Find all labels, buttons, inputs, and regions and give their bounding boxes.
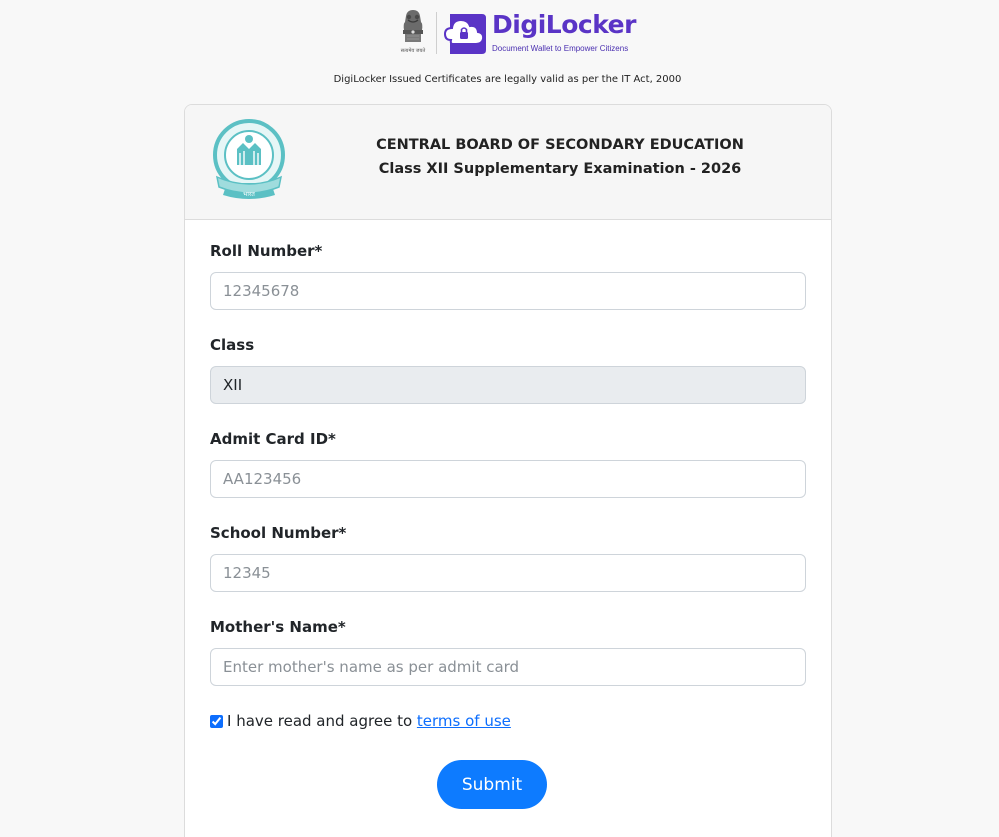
form-card: भारत CENTRAL BOARD OF SECONDARY EDUCATIO…: [184, 104, 832, 837]
cbse-seal-icon: भारत: [213, 119, 285, 199]
mothers-name-label: Mother's Name*: [210, 618, 346, 636]
board-name: CENTRAL BOARD OF SECONDARY EDUCATION: [376, 137, 744, 153]
school-number-label: School Number*: [210, 524, 347, 542]
submit-button[interactable]: Submit: [437, 760, 547, 809]
brand-tagline: Document Wallet to Empower Citizens: [492, 44, 629, 53]
page: सत्यमेव जयते DigiLocker Document Wallet …: [0, 0, 999, 837]
national-emblem-icon: सत्यमेव जयते: [401, 10, 426, 54]
terms-checkbox[interactable]: [210, 715, 223, 728]
seal-caption: भारत: [243, 191, 255, 198]
roll-number-input[interactable]: [210, 272, 806, 310]
svg-text:सत्यमेव जयते: सत्यमेव जयते: [401, 47, 426, 54]
card-header: भारत CENTRAL BOARD OF SECONDARY EDUCATIO…: [185, 105, 831, 220]
roll-number-label: Roll Number*: [210, 242, 323, 260]
terms-of-use-link[interactable]: terms of use: [417, 712, 511, 730]
brand-name: DigiLocker: [492, 10, 636, 39]
admit-card-id-input[interactable]: [210, 460, 806, 498]
mothers-name-input[interactable]: [210, 648, 806, 686]
digilocker-cloud-lock-icon: [443, 14, 486, 54]
brand-header: सत्यमेव जयते DigiLocker Document Wallet …: [0, 6, 999, 62]
class-label: Class: [210, 336, 255, 354]
class-input: [210, 366, 806, 404]
school-number-input[interactable]: [210, 554, 806, 592]
legal-validity-note: DigiLocker Issued Certificates are legal…: [333, 74, 682, 85]
terms-agreement-prefix: I have read and agree to: [227, 712, 417, 730]
brand-divider: [436, 12, 437, 54]
terms-agreement-text: I have read and agree to terms of use: [227, 712, 511, 730]
exam-name: Class XII Supplementary Examination - 20…: [378, 161, 742, 177]
admit-card-id-label: Admit Card ID*: [210, 430, 336, 448]
